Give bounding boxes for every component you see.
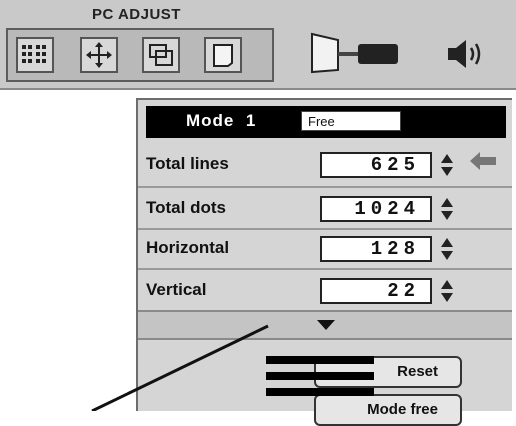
callout-line (91, 324, 269, 411)
